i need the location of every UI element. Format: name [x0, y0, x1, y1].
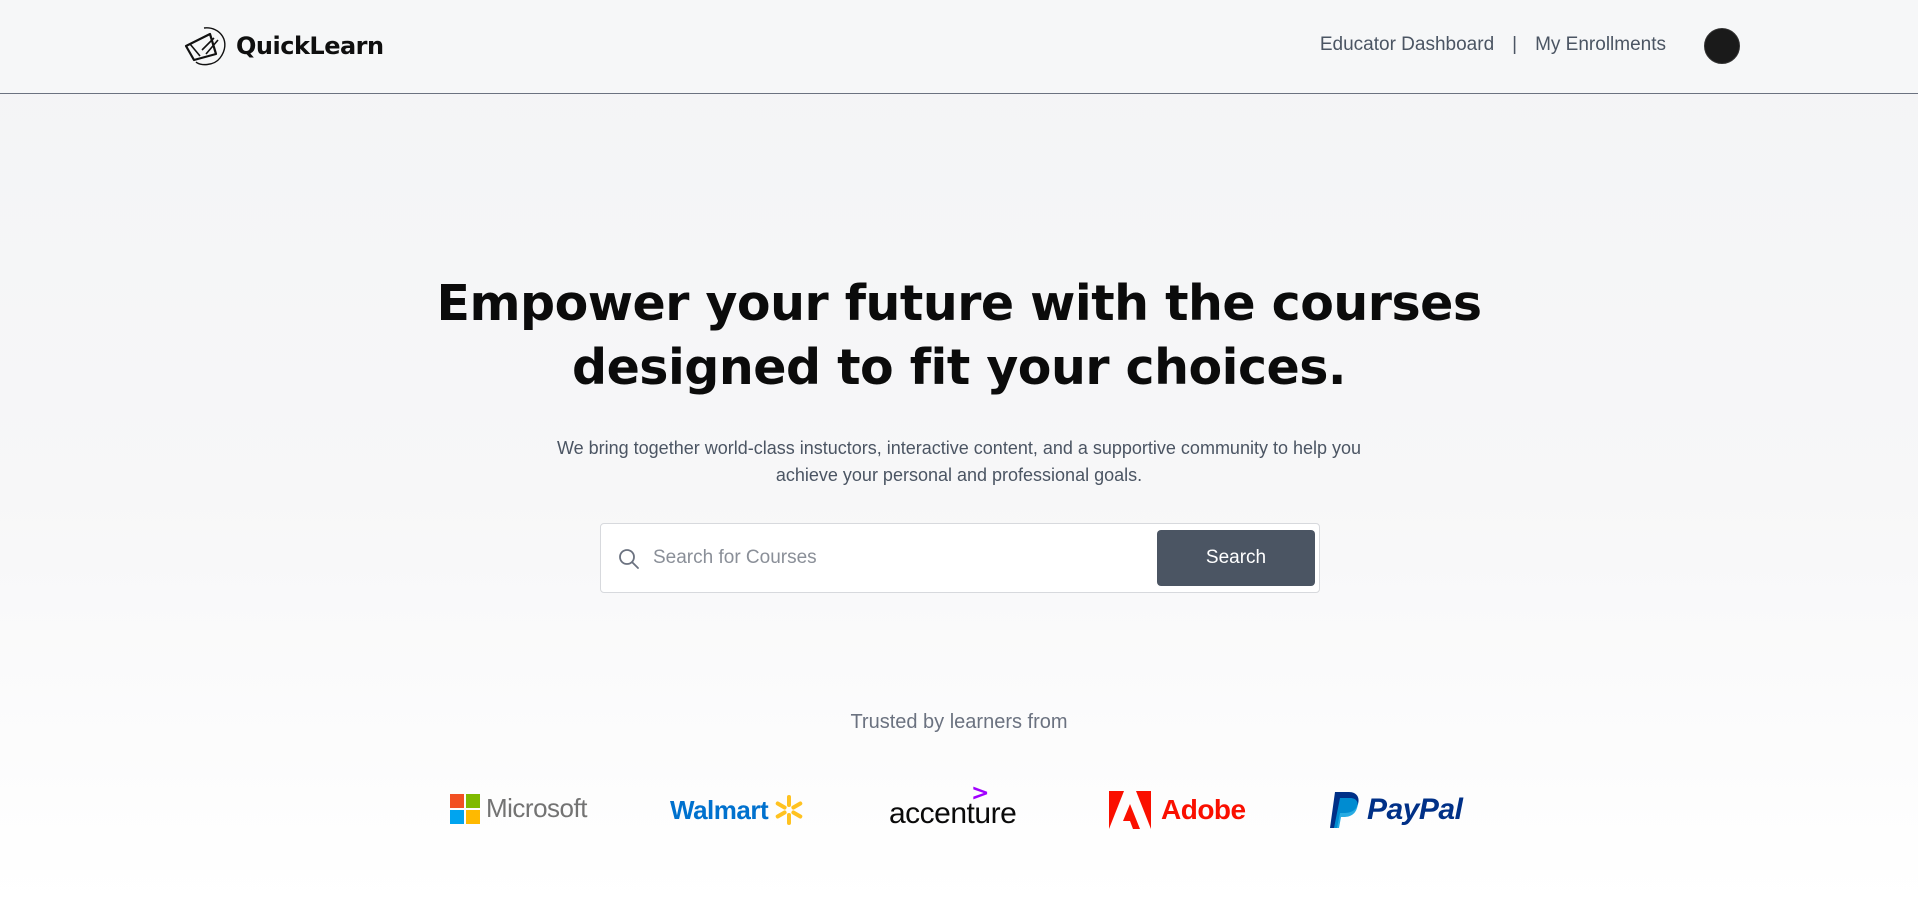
walmart-logo: Walmart — [670, 793, 806, 827]
hero-title-line-1: Empower your future with the courses — [436, 275, 1482, 332]
walmart-wordmark: Walmart — [670, 794, 769, 825]
hero-subtitle: We bring together world-class instuctors… — [534, 435, 1384, 489]
company-logos: Microsoft Walmart > accenture Adobe PayP… — [0, 781, 1918, 835]
accenture-wordmark: accenture — [889, 797, 1017, 830]
search-input[interactable] — [653, 534, 1143, 582]
accenture-logo: > accenture — [889, 781, 1017, 831]
adobe-logo-icon — [1109, 791, 1151, 829]
paypal-logo-icon — [1330, 792, 1359, 828]
nav-my-enrollments[interactable]: My Enrollments — [1535, 34, 1666, 56]
landing-page: QuickLearn Educator Dashboard | My Enrol… — [0, 0, 1918, 903]
logo-mark-icon — [184, 27, 226, 66]
user-avatar[interactable] — [1704, 28, 1740, 64]
microsoft-logo-icon — [450, 793, 480, 824]
nav-educator-dashboard[interactable]: Educator Dashboard — [1320, 34, 1494, 56]
nav-links: Educator Dashboard | My Enrollments — [1320, 34, 1666, 56]
hero-subtitle-line-2: achieve your personal and professional g… — [775, 465, 1143, 485]
microsoft-logo: Microsoft — [450, 793, 587, 824]
microsoft-wordmark: Microsoft — [486, 793, 587, 823]
paypal-wordmark: PayPal — [1367, 793, 1463, 826]
search-button[interactable]: Search — [1157, 530, 1315, 586]
adobe-wordmark: Adobe — [1161, 794, 1246, 825]
trusted-by-label: Trusted by learners from — [850, 711, 1068, 733]
hero-subtitle-line-1: We bring together world-class instuctors… — [556, 438, 1362, 458]
nav-separator: | — [1512, 34, 1518, 55]
hero-title-line-2: designed to fit your choices. — [572, 339, 1347, 396]
brand-name: QuickLearn — [236, 32, 384, 60]
search-icon — [619, 549, 639, 569]
brand-logo[interactable]: QuickLearn — [180, 24, 384, 68]
search-bar: Search — [600, 523, 1320, 593]
paypal-logo: PayPal — [1329, 790, 1463, 830]
walmart-spark-icon — [775, 795, 803, 825]
navbar: QuickLearn Educator Dashboard | My Enrol… — [0, 0, 1918, 94]
accenture-chevron-icon: > — [971, 781, 990, 806]
hero-title: Empower your future with the courses des… — [0, 272, 1918, 400]
adobe-logo: Adobe — [1109, 791, 1246, 829]
